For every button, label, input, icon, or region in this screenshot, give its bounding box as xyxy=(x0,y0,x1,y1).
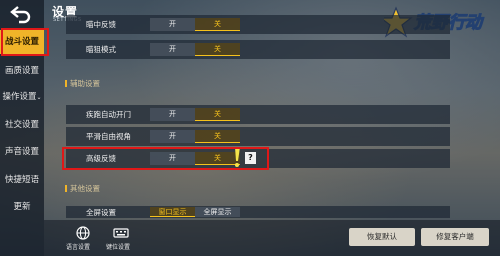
setting-row xyxy=(66,15,450,34)
fullscreen-mode-option[interactable]: 全屏显示 xyxy=(195,207,240,217)
sidebar-item-graphics[interactable]: 画质设置 xyxy=(0,59,44,83)
highlight-box-advanced-feedback xyxy=(62,147,269,170)
toggle-off-option[interactable]: 关 xyxy=(195,18,240,31)
back-arrow-icon[interactable] xyxy=(9,4,33,24)
setting-label: 平滑自由视角 xyxy=(86,132,131,141)
section-header-assist: 辅助设置 xyxy=(65,79,100,88)
sidebar-item-sound[interactable]: 声音设置 xyxy=(0,140,44,164)
sidebar-item-social[interactable]: 社交设置 xyxy=(0,113,44,137)
keyboard-icon[interactable] xyxy=(113,226,129,240)
repair-client-button[interactable]: 修复客户端 xyxy=(421,228,489,246)
toggle-off-option[interactable]: 关 xyxy=(195,130,240,143)
toggle-off-option[interactable]: 关 xyxy=(195,43,240,56)
chevron-down-icon: ⌄ xyxy=(36,94,42,101)
setting-row xyxy=(66,206,450,218)
window-mode-option[interactable]: 窗口显示 xyxy=(150,207,195,217)
toggle-on-option[interactable]: 开 xyxy=(150,130,195,143)
keybind-settings-label[interactable]: 键位设置 xyxy=(106,242,130,251)
toggle-on-option[interactable]: 开 xyxy=(150,108,195,121)
sidebar-item-label: 操作设置 xyxy=(2,92,37,102)
toggle-on-option[interactable]: 开 xyxy=(150,18,195,31)
restore-default-button[interactable]: 恢复默认 xyxy=(349,228,415,246)
sidebar-item-controls[interactable]: 操作设置⌄ xyxy=(0,85,44,109)
setting-row xyxy=(66,40,450,59)
sidebar-item-quick-phrases[interactable]: 快捷短语 xyxy=(0,168,44,192)
toggle-off-option[interactable]: 关 xyxy=(195,108,240,121)
setting-label: 瞄狙模式 xyxy=(86,45,116,54)
sidebar-item-update[interactable]: 更新 xyxy=(0,195,44,219)
toggle-on-option[interactable]: 开 xyxy=(150,43,195,56)
setting-label: 瞄中反馈 xyxy=(86,20,116,29)
section-header-other: 其他设置 xyxy=(65,184,100,193)
language-settings-label[interactable]: 语言设置 xyxy=(66,242,90,251)
setting-label: 疾跑自动开门 xyxy=(86,110,131,119)
globe-icon[interactable] xyxy=(76,226,90,240)
highlight-box-sidebar xyxy=(1,28,49,56)
